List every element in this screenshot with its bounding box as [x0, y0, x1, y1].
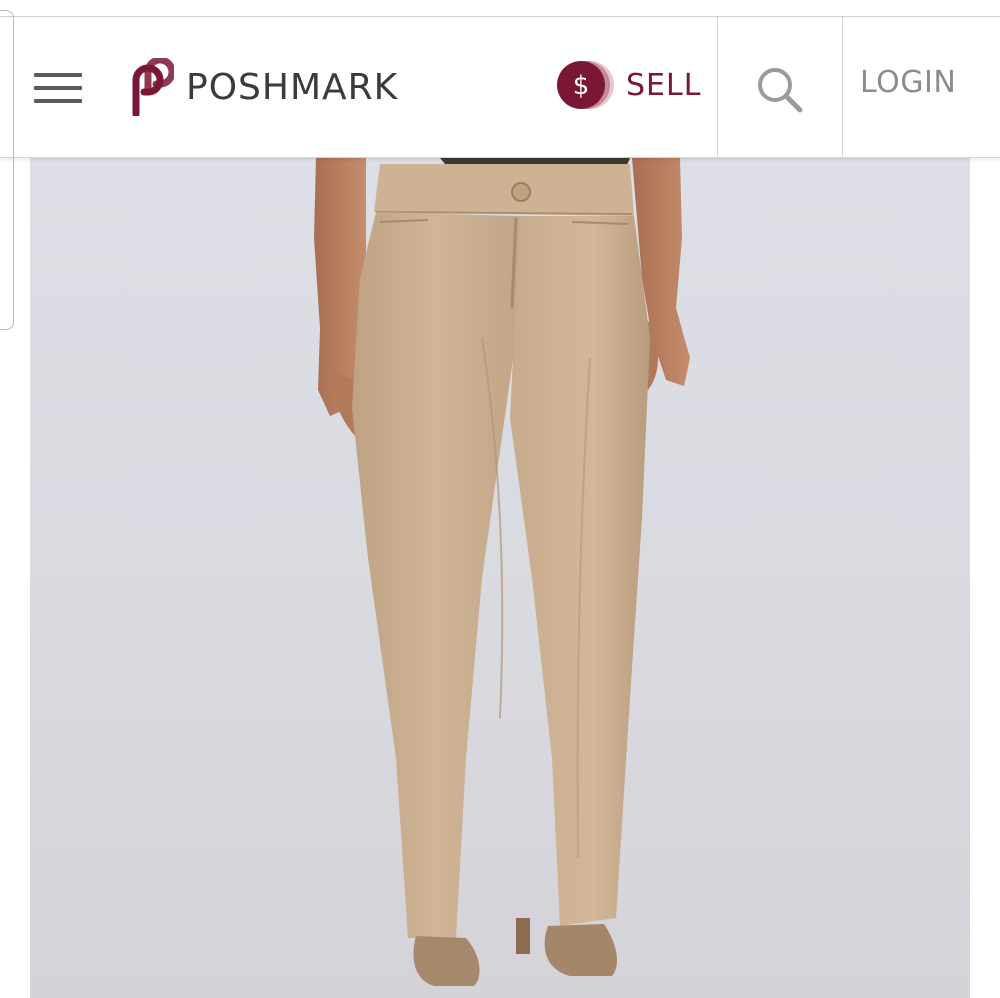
poshmark-logo-icon — [132, 58, 174, 116]
search-icon[interactable] — [752, 62, 808, 118]
tan-trousers-photo — [314, 158, 690, 986]
hamburger-menu-icon[interactable] — [34, 73, 82, 103]
header-divider — [842, 17, 843, 157]
poshmark-logo[interactable]: POSHMARK — [122, 55, 398, 119]
login-link[interactable]: LOGIN — [860, 65, 956, 100]
svg-text:$: $ — [573, 71, 590, 101]
browser-top-strip — [0, 0, 1000, 17]
header-divider — [717, 17, 718, 157]
site-header: POSHMARK $ SELL LOGIN — [0, 17, 1000, 158]
sell-button[interactable]: $ SELL — [556, 57, 701, 113]
sell-label: SELL — [626, 67, 702, 103]
sell-coin-icon: $ — [557, 61, 614, 109]
edge-panel-tab[interactable] — [0, 10, 14, 330]
brand-name: POSHMARK — [186, 66, 399, 108]
listing-photo[interactable] — [30, 158, 970, 998]
